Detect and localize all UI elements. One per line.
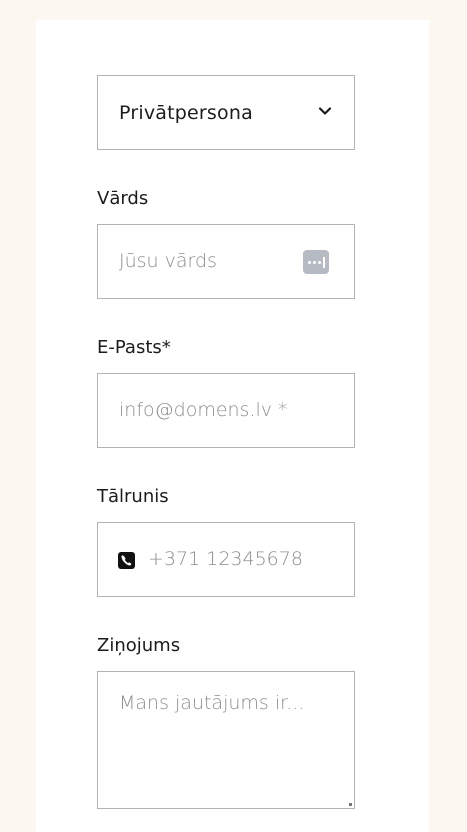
email-field[interactable]: info@domens.lv * bbox=[97, 373, 355, 448]
email-placeholder: info@domens.lv * bbox=[119, 399, 288, 421]
phone-label: Tālrunis bbox=[97, 486, 169, 507]
message-textarea[interactable]: Mans jautājums ir... bbox=[97, 671, 355, 809]
chevron-down-icon bbox=[318, 107, 332, 115]
person-type-selected-value: Privātpersona bbox=[119, 102, 253, 124]
person-type-select[interactable]: Privātpersona bbox=[97, 75, 355, 150]
name-placeholder: Jūsu vārds bbox=[119, 250, 217, 272]
name-field[interactable]: Jūsu vārds bbox=[97, 224, 355, 299]
phone-field[interactable]: +371 12345678 bbox=[97, 522, 355, 597]
email-label: E-Pasts* bbox=[97, 337, 171, 358]
password-manager-icon[interactable] bbox=[303, 250, 329, 274]
phone-icon bbox=[118, 552, 135, 569]
contact-form-card: Privātpersona Vārds Jūsu vārds E-Pasts* … bbox=[36, 20, 429, 832]
message-label: Ziņojums bbox=[97, 635, 181, 656]
name-label: Vārds bbox=[97, 188, 149, 209]
resize-handle-icon[interactable] bbox=[349, 803, 352, 806]
message-placeholder: Mans jautājums ir... bbox=[119, 692, 305, 714]
phone-placeholder: +371 12345678 bbox=[148, 548, 303, 570]
